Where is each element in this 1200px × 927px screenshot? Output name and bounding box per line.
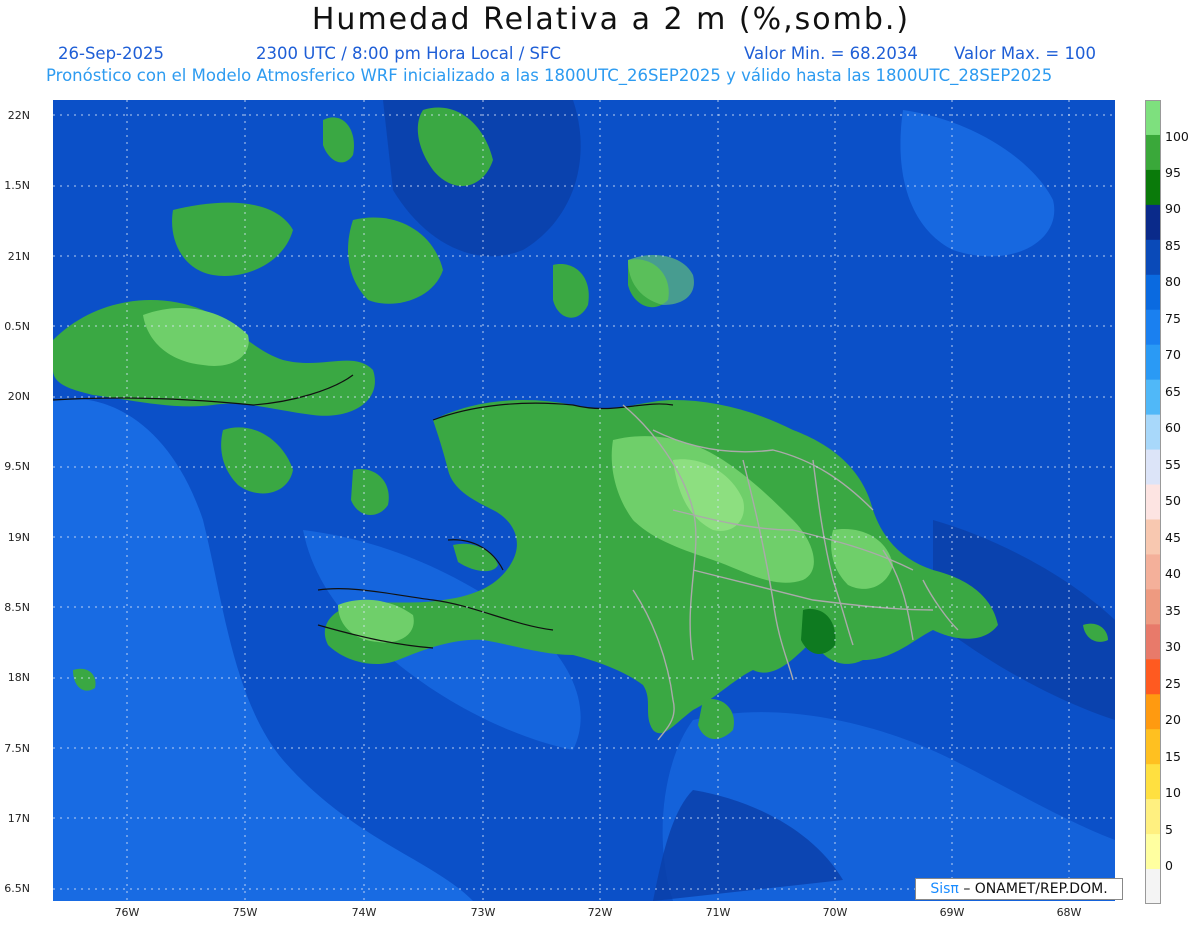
scale-label: 75 — [1165, 311, 1181, 326]
scale-label: 85 — [1165, 238, 1181, 253]
scale-label: 20 — [1165, 712, 1181, 727]
lat-label: 9.5N — [4, 460, 30, 473]
lon-label: 71W — [705, 906, 731, 919]
color-scale-segment — [1145, 729, 1161, 765]
color-scale-segment — [1145, 519, 1161, 555]
chart-title: Humedad Relativa a 2 m (%,somb.) — [311, 2, 911, 37]
lon-label: 68W — [1056, 906, 1082, 919]
color-scale-segment — [1145, 274, 1161, 311]
lat-label: 22N — [7, 109, 30, 122]
scale-label: 30 — [1165, 639, 1181, 654]
lat-label: 0.5N — [4, 320, 30, 333]
lat-label: 7.5N — [4, 742, 30, 755]
color-scale-segment — [1145, 379, 1161, 416]
scale-label: 95 — [1165, 165, 1181, 180]
scale-label: 90 — [1165, 201, 1181, 216]
scale-label: 80 — [1165, 274, 1181, 289]
color-scale-segment — [1145, 414, 1161, 451]
forecast-date: 26-Sep-2025 — [58, 44, 164, 63]
color-scale-segment — [1145, 344, 1161, 381]
scale-label: 65 — [1165, 384, 1181, 399]
color-scale-segment — [1145, 799, 1161, 835]
color-scale-segment — [1145, 484, 1161, 520]
scale-label: 60 — [1165, 420, 1181, 435]
lat-label: 8.5N — [4, 601, 30, 614]
lon-label: 76W — [114, 906, 140, 919]
color-scale-segment — [1145, 834, 1161, 870]
lon-label: 73W — [470, 906, 496, 919]
lon-label: 70W — [822, 906, 848, 919]
color-scale-segment — [1145, 169, 1161, 206]
lat-label: 19N — [7, 531, 30, 544]
color-scale-segment — [1145, 204, 1161, 241]
color-scale-segment — [1145, 764, 1161, 800]
lon-label: 75W — [232, 906, 258, 919]
scale-label: 35 — [1165, 603, 1181, 618]
scale-label: 50 — [1165, 493, 1181, 508]
model-info: Pronóstico con el Modelo Atmosferico WRF… — [46, 66, 1053, 85]
sis-logo-text: Sisπ — [930, 881, 959, 897]
lon-label: 72W — [587, 906, 613, 919]
humidity-map — [53, 100, 1115, 901]
valid-time: 2300 UTC / 8:00 pm Hora Local / SFC — [256, 44, 562, 63]
scale-label: 0 — [1165, 858, 1173, 873]
scale-label: 100 — [1165, 129, 1189, 144]
lat-label: 21N — [7, 250, 30, 263]
color-scale-segment — [1145, 659, 1161, 695]
color-scale-segment — [1145, 309, 1161, 346]
scale-label: 45 — [1165, 530, 1181, 545]
scale-label: 10 — [1165, 785, 1181, 800]
lon-label: 69W — [939, 906, 965, 919]
color-scale-segment — [1145, 694, 1161, 730]
scale-label: 40 — [1165, 566, 1181, 581]
color-scale-segment — [1145, 134, 1161, 171]
color-scale-segment — [1145, 239, 1161, 276]
lat-label: 20N — [7, 390, 30, 403]
color-scale-segment — [1145, 624, 1161, 660]
color-scale-segment — [1145, 869, 1161, 904]
min-value: Valor Min. = 68.2034 — [744, 44, 918, 63]
scale-label: 15 — [1165, 749, 1181, 764]
lon-label: 74W — [351, 906, 377, 919]
credit-text: – ONAMET/REP.DOM. — [963, 881, 1108, 897]
color-scale-segment — [1145, 449, 1161, 486]
lat-label: 1.5N — [4, 179, 30, 192]
lat-label: 18N — [7, 671, 30, 684]
credit-box: Sisπ – ONAMET/REP.DOM. — [915, 878, 1123, 900]
max-value: Valor Max. = 100 — [954, 44, 1096, 63]
lat-label: 6.5N — [4, 882, 30, 895]
scale-label: 5 — [1165, 822, 1173, 837]
scale-label: 70 — [1165, 347, 1181, 362]
color-scale-segment — [1145, 554, 1161, 590]
scale-label: 25 — [1165, 676, 1181, 691]
color-scale — [1145, 100, 1161, 904]
lat-label: 17N — [7, 812, 30, 825]
scale-label: 55 — [1165, 457, 1181, 472]
color-scale-segment — [1145, 100, 1161, 136]
color-scale-segment — [1145, 589, 1161, 625]
